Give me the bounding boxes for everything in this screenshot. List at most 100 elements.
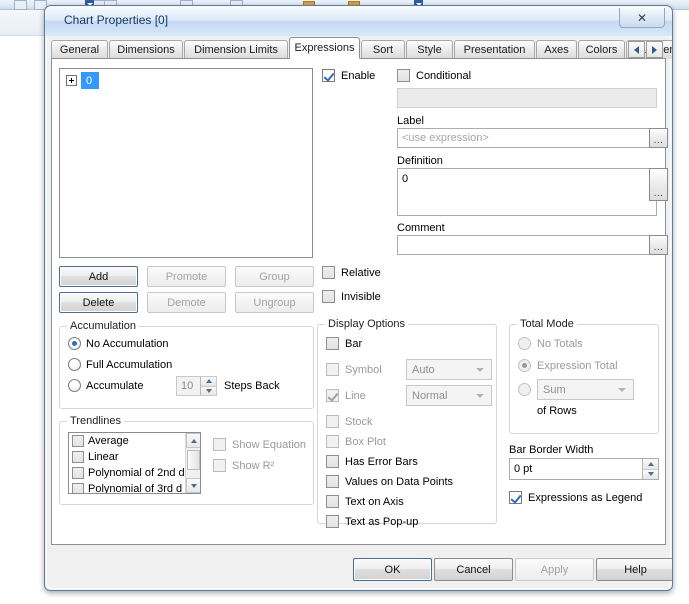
chevron-up-icon <box>647 461 654 466</box>
bar-checkbox[interactable] <box>326 337 339 350</box>
list-item[interactable]: Polynomial of 3rd d <box>69 481 200 493</box>
line-checkbox[interactable] <box>326 389 339 402</box>
demote-button[interactable]: Demote <box>147 292 226 313</box>
add-button[interactable]: Add <box>59 266 138 287</box>
list-item[interactable]: Polynomial of 2nd d <box>69 465 200 481</box>
text-as-popup-label: Text as Pop-up <box>345 516 419 528</box>
help-button[interactable]: Help <box>596 558 672 581</box>
list-item[interactable]: Average <box>69 433 200 449</box>
conditional-input[interactable] <box>397 88 657 108</box>
scroll-down-button[interactable] <box>186 478 200 493</box>
ellipsis-icon: ... <box>653 135 664 146</box>
trendlines-scrollbar[interactable] <box>185 433 200 493</box>
of-rows-label: of Rows <box>537 405 577 417</box>
radio-no-accumulation[interactable] <box>68 337 81 350</box>
tab-sort[interactable]: Sort <box>361 40 405 59</box>
radio-accumulate[interactable] <box>68 379 81 392</box>
chevron-down-icon <box>205 388 212 393</box>
list-item-label: Polynomial of 2nd d <box>88 467 185 479</box>
box-plot-checkbox[interactable] <box>326 435 339 448</box>
scroll-up-button[interactable] <box>186 433 200 448</box>
radio-full-accumulation[interactable] <box>68 358 81 371</box>
text-on-axis-checkbox[interactable] <box>326 495 339 508</box>
comment-caption: Comment <box>397 222 445 234</box>
relative-checkbox[interactable] <box>322 266 335 279</box>
values-on-data-points-checkbox[interactable] <box>326 475 339 488</box>
symbol-mode-value: Auto <box>412 363 435 376</box>
expression-tree-item[interactable]: 0 <box>81 72 100 89</box>
ellipsis-icon: ... <box>653 242 664 253</box>
steps-back-increment[interactable] <box>200 377 216 387</box>
accumulation-group-title: Accumulation <box>67 320 140 332</box>
ungroup-button[interactable]: Ungroup <box>235 292 314 313</box>
close-button[interactable]: ✕ <box>619 8 665 28</box>
tab-axes[interactable]: Axes <box>536 40 577 59</box>
steps-back-stepper[interactable]: 10 <box>176 376 217 396</box>
label-input[interactable]: <use expression> <box>397 128 657 148</box>
trendlines-list[interactable]: Average Linear Polynomial of 2nd d Polyn… <box>68 432 201 494</box>
dialog-footer: OK Cancel Apply Help <box>51 547 672 585</box>
group-button[interactable]: Group <box>235 266 314 287</box>
enable-checkbox[interactable] <box>322 69 335 82</box>
scrollbar-thumb[interactable] <box>187 450 200 470</box>
tab-scroll-right-button[interactable] <box>646 41 663 58</box>
expression-tree[interactable]: 0 <box>59 68 313 258</box>
definition-value: 0 <box>402 173 409 185</box>
list-item[interactable]: Linear <box>69 449 200 465</box>
radio-expression-total[interactable] <box>518 359 531 372</box>
radio-no-totals[interactable] <box>518 337 531 350</box>
apply-button[interactable]: Apply <box>515 558 594 581</box>
tab-label: Style <box>417 44 442 56</box>
has-error-bars-checkbox[interactable] <box>326 455 339 468</box>
tab-colors[interactable]: Colors <box>578 40 625 59</box>
trendline-checkbox[interactable] <box>72 467 84 479</box>
comment-browse-button[interactable]: ... <box>649 235 668 255</box>
show-r2-checkbox[interactable] <box>213 459 226 472</box>
steps-back-spin-buttons[interactable] <box>200 377 216 395</box>
aggregation-select[interactable]: Sum <box>537 379 634 400</box>
close-icon: ✕ <box>636 10 648 25</box>
bar-border-decrement[interactable] <box>642 469 658 479</box>
steps-back-decrement[interactable] <box>200 386 216 395</box>
tab-dimension-limits[interactable]: Dimension Limits <box>184 40 288 59</box>
cancel-button[interactable]: Cancel <box>434 558 513 581</box>
symbol-checkbox[interactable] <box>326 363 339 376</box>
conditional-checkbox[interactable] <box>397 69 410 82</box>
stock-checkbox[interactable] <box>326 415 339 428</box>
tab-style[interactable]: Style <box>406 40 453 59</box>
text-as-popup-checkbox[interactable] <box>326 515 339 528</box>
bar-border-increment[interactable] <box>642 459 658 470</box>
plus-box-icon[interactable] <box>66 75 77 86</box>
ok-button[interactable]: OK <box>353 558 432 581</box>
tab-general[interactable]: General <box>51 40 108 59</box>
dialog-titlebar[interactable]: Chart Properties [0] ✕ <box>45 6 672 36</box>
tab-scroll-left-button[interactable] <box>628 41 645 58</box>
delete-button[interactable]: Delete <box>59 292 138 313</box>
comment-input[interactable] <box>397 235 657 255</box>
trendline-checkbox[interactable] <box>72 451 84 463</box>
bar-border-width-stepper[interactable]: 0 pt <box>509 458 659 480</box>
tab-presentation[interactable]: Presentation <box>454 40 535 59</box>
invisible-checkbox[interactable] <box>322 290 335 303</box>
line-mode-select[interactable]: Normal <box>406 385 492 406</box>
show-r2-label: Show R² <box>232 460 275 472</box>
symbol-mode-select[interactable]: Auto <box>406 359 492 380</box>
radio-aggregation[interactable] <box>518 383 531 396</box>
group-button-label: Group <box>259 270 290 283</box>
chevron-down-icon <box>618 387 626 392</box>
expression-total-label: Expression Total <box>537 360 618 372</box>
relative-label: Relative <box>341 267 381 279</box>
definition-input[interactable]: 0 <box>397 168 657 216</box>
trendline-checkbox[interactable] <box>72 483 84 493</box>
label-browse-button[interactable]: ... <box>649 128 668 148</box>
trendline-checkbox[interactable] <box>72 435 84 447</box>
expressions-as-legend-checkbox[interactable] <box>509 491 522 504</box>
promote-button[interactable]: Promote <box>147 266 226 287</box>
bar-label: Bar <box>345 338 363 350</box>
tab-dimensions[interactable]: Dimensions <box>109 40 183 59</box>
tab-expressions[interactable]: Expressions <box>289 37 360 59</box>
ok-button-label: OK <box>384 563 401 576</box>
bar-border-spin-buttons[interactable] <box>642 459 658 479</box>
definition-browse-button[interactable]: ... <box>649 168 668 201</box>
show-equation-checkbox[interactable] <box>213 438 226 451</box>
